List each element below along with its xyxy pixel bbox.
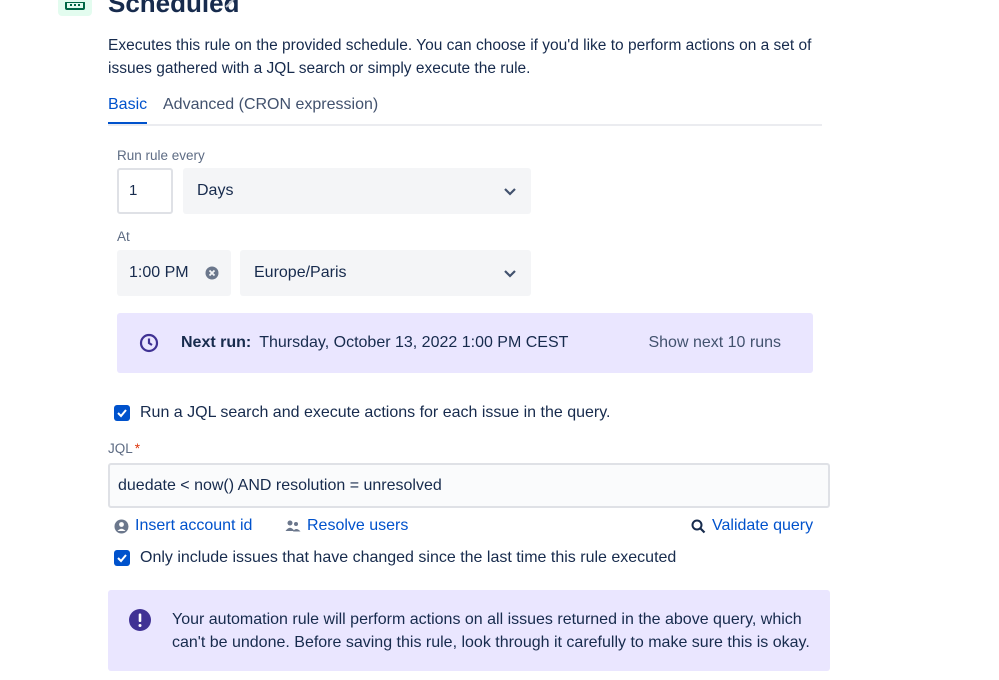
tab-advanced-cron[interactable]: Advanced (CRON expression) xyxy=(163,96,378,114)
warning-icon xyxy=(129,609,151,631)
required-mark: * xyxy=(134,441,141,456)
jql-input[interactable]: duedate < now() AND resolution = unresol… xyxy=(108,463,830,508)
edit-icon[interactable] xyxy=(224,0,236,8)
warning-message: Your automation rule will perform action… xyxy=(108,590,830,671)
insert-account-id-text: Insert account id xyxy=(135,517,253,534)
clock-icon xyxy=(139,333,159,353)
changed-issues-checkbox-label: Only include issues that have changed si… xyxy=(140,549,677,566)
checkmark-icon xyxy=(117,409,127,418)
interval-unit-select[interactable]: Days xyxy=(183,168,531,214)
time-picker[interactable]: 1:00 PM xyxy=(117,250,231,296)
resolve-users-text: Resolve users xyxy=(307,517,409,534)
jql-search-option: Run a JQL search and execute actions for… xyxy=(114,404,611,422)
trigger-description: Executes this rule on the provided sched… xyxy=(108,37,812,77)
insert-account-id-link[interactable]: Insert account id xyxy=(114,517,252,535)
search-icon xyxy=(691,519,706,533)
jql-search-checkbox-label: Run a JQL search and execute actions for… xyxy=(140,404,611,421)
next-run-label: Next run: xyxy=(181,334,252,351)
next-run-value: Thursday, October 13, 2022 1:00 PM CEST xyxy=(259,334,569,351)
user-icon xyxy=(114,519,129,533)
timezone-select[interactable]: Europe/Paris xyxy=(240,250,531,296)
show-next-runs-button[interactable]: Show next 10 runs xyxy=(648,334,781,352)
run-every-label: Run rule every xyxy=(117,148,205,163)
jql-label-text: JQL xyxy=(108,441,133,456)
time-value: 1:00 PM xyxy=(129,264,189,281)
jql-field-label: JQL * xyxy=(108,441,140,456)
clear-icon[interactable] xyxy=(205,266,219,280)
trigger-title: Scheduled xyxy=(108,0,240,18)
tab-basic[interactable]: Basic xyxy=(108,96,148,124)
scheduled-trigger-icon xyxy=(58,0,92,16)
users-icon xyxy=(285,520,301,532)
schedule-tabs: Basic Advanced (CRON expression) xyxy=(108,96,822,126)
jql-search-checkbox[interactable] xyxy=(114,405,130,421)
changed-issues-option: Only include issues that have changed si… xyxy=(114,549,676,567)
timezone-value: Europe/Paris xyxy=(254,264,347,281)
interval-value-input[interactable]: 1 xyxy=(117,168,173,214)
changed-issues-checkbox[interactable] xyxy=(114,550,130,566)
next-run-panel: Next run: Thursday, October 13, 2022 1:0… xyxy=(117,313,813,373)
chevron-down-icon xyxy=(504,188,516,196)
warning-text: Your automation rule will perform action… xyxy=(172,611,810,651)
resolve-users-link[interactable]: Resolve users xyxy=(285,517,408,535)
interval-unit-value: Days xyxy=(197,182,234,199)
at-label: At xyxy=(117,229,130,244)
chevron-down-icon xyxy=(504,270,516,278)
validate-query-text: Validate query xyxy=(712,517,814,534)
validate-query-link[interactable]: Validate query xyxy=(691,517,813,535)
checkmark-icon xyxy=(117,554,127,563)
